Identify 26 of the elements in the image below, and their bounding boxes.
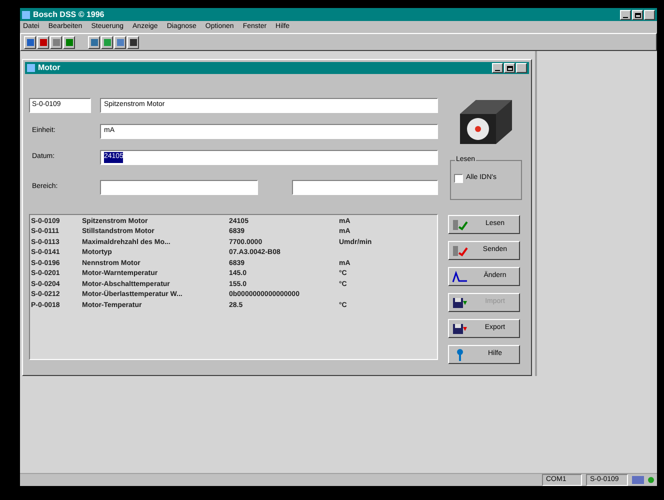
- range-from-field[interactable]: [100, 180, 258, 195]
- toolbar-icon[interactable]: [63, 36, 75, 48]
- status-led-icon: [648, 477, 654, 483]
- minimize-button[interactable]: [620, 10, 631, 20]
- curve-icon: [452, 270, 468, 282]
- toolbar-icon[interactable]: [24, 36, 36, 48]
- window-icon: [27, 64, 35, 72]
- range-to-field[interactable]: [292, 180, 438, 195]
- floppy-disk-icon: [452, 296, 468, 308]
- checkbox[interactable]: [454, 174, 463, 183]
- toolbar-icon[interactable]: [88, 36, 100, 48]
- toolbar-icon[interactable]: [114, 36, 126, 48]
- window-title: Bosch DSS © 1996: [33, 8, 104, 20]
- status-icon: [632, 476, 644, 484]
- floppy-disk-icon: [452, 322, 468, 334]
- connector-icon: [452, 218, 468, 230]
- minimize-button[interactable]: [492, 63, 503, 73]
- maximize-button[interactable]: [504, 63, 515, 73]
- toolbar-icon[interactable]: [127, 36, 139, 48]
- app-icon: [22, 10, 30, 18]
- connector-icon: [452, 244, 468, 256]
- child-window-title: Motor: [38, 62, 60, 74]
- toolbar-icon[interactable]: [101, 36, 113, 48]
- maximize-button[interactable]: [632, 10, 643, 20]
- toolbar-icon[interactable]: [50, 36, 62, 48]
- toolbar-icon[interactable]: [37, 36, 49, 48]
